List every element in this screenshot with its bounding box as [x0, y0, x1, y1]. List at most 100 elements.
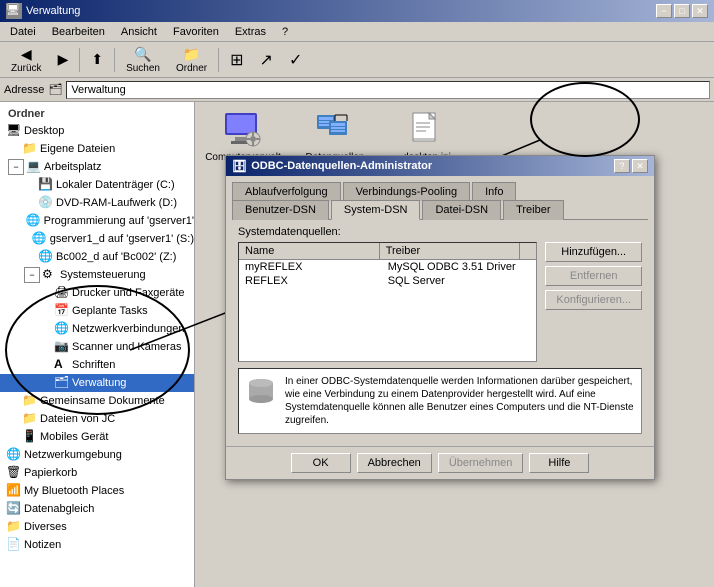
address-field[interactable]: Verwaltung [66, 81, 710, 99]
systemsteuerung-expander[interactable]: − [24, 267, 40, 283]
menu-help[interactable]: ? [276, 25, 294, 39]
check-button[interactable]: ✓ [282, 45, 309, 75]
toolbar-separator-1 [79, 48, 80, 72]
sidebar-item-verwaltung[interactable]: 🗂 Verwaltung [0, 374, 194, 392]
sidebar-label-mobiles: Mobiles Gerät [40, 431, 108, 443]
sidebar-item-netzwerkumgebung[interactable]: 🌐 Netzwerkumgebung [0, 446, 194, 464]
menu-bar: Datei Bearbeiten Ansicht Favoriten Extra… [0, 22, 714, 42]
schriften-icon: A [54, 357, 70, 373]
dvd-d-icon: 💿 [38, 195, 54, 211]
tab-datei[interactable]: Datei-DSN [422, 200, 501, 220]
window-icon: 🖥 [6, 3, 22, 19]
sidebar-item-drucker[interactable]: 🖨 Drucker und Faxgeräte [0, 284, 194, 302]
arbeitsplatz-expander[interactable]: − [8, 159, 24, 175]
add-button[interactable]: Hinzufügen... [545, 242, 642, 262]
menu-favoriten[interactable]: Favoriten [167, 25, 225, 39]
sidebar-label-gserver1: gserver1_d auf 'gserver1' (S:) [50, 233, 194, 245]
sidebar-item-gserver1[interactable]: 🌐 gserver1_d auf 'gserver1' (S:) [0, 230, 194, 248]
sidebar-item-datenabgleich[interactable]: 🔄 Datenabgleich [0, 500, 194, 518]
dialog-footer: OK Abbrechen Übernehmen Hilfe [226, 446, 654, 479]
dialog-title-icon: 🗄 [232, 159, 247, 173]
sidebar-item-arbeitsplatz[interactable]: − 💻 Arbeitsplatz [0, 158, 194, 176]
sidebar-label-netzwerkumgebung: Netzwerkumgebung [24, 449, 122, 461]
folders-button[interactable]: 📁 Ordner [169, 45, 214, 75]
netzwerkumgebung-icon: 🌐 [6, 447, 22, 463]
table-row[interactable]: REFLEX SQL Server [239, 274, 536, 288]
up-button[interactable]: ⬆ [84, 45, 110, 75]
sidebar-label-systemsteuerung: Systemsteuerung [60, 269, 146, 281]
sidebar-label-diverses: Diverses [24, 521, 67, 533]
dialog-close-button[interactable]: ✕ [632, 159, 648, 173]
ok-button[interactable]: OK [291, 453, 351, 473]
table-row[interactable]: myREFLEX MySQL ODBC 3.51 Driver [239, 260, 536, 274]
close-button[interactable]: ✕ [692, 4, 708, 18]
sidebar-item-lokal-c[interactable]: 💾 Lokaler Datenträger (C:) [0, 176, 194, 194]
tab-treiber[interactable]: Treiber [503, 200, 563, 220]
sidebar-item-eigene[interactable]: 📁 Eigene Dateien [0, 140, 194, 158]
remove-button[interactable]: Entfernen [545, 266, 642, 286]
prog-gserver-icon: 🌐 [26, 213, 42, 229]
menu-extras[interactable]: Extras [229, 25, 272, 39]
papierkorb-icon: 🗑 [6, 465, 22, 481]
sidebar-item-desktop[interactable]: 🖥 Desktop [0, 122, 194, 140]
sidebar-label-scanner: Scanner und Kameras [72, 341, 181, 353]
sidebar-item-papierkorb[interactable]: 🗑 Papierkorb [0, 464, 194, 482]
sidebar-item-geplante[interactable]: 📅 Geplante Tasks [0, 302, 194, 320]
tab-verbindungs[interactable]: Verbindungs-Pooling [343, 182, 471, 201]
sidebar-label-gemeinsame: Gemeinsame Dokumente [40, 395, 165, 407]
cancel-button[interactable]: Abbrechen [357, 453, 432, 473]
search-button[interactable]: 🔍 Suchen [119, 45, 167, 75]
menu-datei[interactable]: Datei [4, 25, 42, 39]
menu-ansicht[interactable]: Ansicht [115, 25, 163, 39]
bc002-icon: 🌐 [38, 249, 54, 265]
sidebar-label-prog-gserver: Programmierung auf 'gserver1' [44, 215, 194, 227]
sidebar-item-netzwerk[interactable]: 🌐 Netzwerkverbindungen [0, 320, 194, 338]
sidebar-item-dateien-jc[interactable]: 📁 Dateien von JC [0, 410, 194, 428]
help-button[interactable]: Hilfe [529, 453, 589, 473]
tab-info[interactable]: Info [472, 182, 516, 201]
sidebar-label-datenabgleich: Datenabgleich [24, 503, 94, 515]
maximize-button[interactable]: □ [674, 4, 690, 18]
sidebar-item-bc002[interactable]: 🌐 Bc002_d auf 'Bc002' (Z:) [0, 248, 194, 266]
mobiles-icon: 📱 [22, 429, 38, 445]
eigene-icon: 📁 [22, 141, 38, 157]
sidebar-header: Ordner [0, 106, 194, 122]
sidebar-label-geplante: Geplante Tasks [72, 305, 148, 317]
tab-benutzer[interactable]: Benutzer-DSN [232, 200, 329, 220]
sidebar-item-bluetooth[interactable]: 📶 My Bluetooth Places [0, 482, 194, 500]
bluetooth-icon: 📶 [6, 483, 22, 499]
section-label: Systemdatenquellen: [238, 226, 642, 238]
toolbar: ◀ Zurück ▶ ⬆ 🔍 Suchen 📁 Ordner ⊞ ↗ ✓ [0, 42, 714, 78]
sidebar-item-dvd-d[interactable]: 💿 DVD-RAM-Laufwerk (D:) [0, 194, 194, 212]
dateien-jc-icon: 📁 [22, 411, 38, 427]
views-button[interactable]: ⊞ [223, 45, 250, 75]
dialog-help-button[interactable]: ? [614, 159, 630, 173]
menu-bearbeiten[interactable]: Bearbeiten [46, 25, 111, 39]
sidebar-item-notizen[interactable]: 📄 Notizen [0, 536, 194, 554]
dialog-title-bar: 🗄 ODBC-Datenquellen-Administrator ? ✕ [226, 156, 654, 176]
tab-system[interactable]: System-DSN [331, 200, 421, 220]
configure-button[interactable]: Konfigurieren... [545, 290, 642, 310]
cylinder-icon [245, 375, 277, 414]
col-name: Name [239, 243, 380, 259]
apply-button[interactable]: Übernehmen [438, 453, 524, 473]
minimize-button[interactable]: − [656, 4, 672, 18]
forward-button[interactable]: ▶ [51, 45, 76, 75]
sidebar-item-prog-gserver[interactable]: 🌐 Programmierung auf 'gserver1' [0, 212, 194, 230]
row-driver-myreflex: MySQL ODBC 3.51 Driver [388, 261, 531, 273]
sidebar-item-schriften[interactable]: A Schriften [0, 356, 194, 374]
move-button[interactable]: ↗ [253, 45, 280, 75]
sidebar-item-mobiles[interactable]: 📱 Mobiles Gerät [0, 428, 194, 446]
sidebar-item-diverses[interactable]: 📁 Diverses [0, 518, 194, 536]
sidebar-label-arbeitsplatz: Arbeitsplatz [44, 161, 101, 173]
sidebar-item-scanner[interactable]: 📷 Scanner und Kameras [0, 338, 194, 356]
tab-ablaufverfolgung[interactable]: Ablaufverfolgung [232, 182, 341, 201]
sidebar-item-systemsteuerung[interactable]: − ⚙ Systemsteuerung [0, 266, 194, 284]
dialog-content: Ablaufverfolgung Verbindungs-Pooling Inf… [226, 176, 654, 446]
row-name-reflex: REFLEX [245, 275, 388, 287]
gserver1-icon: 🌐 [32, 231, 48, 247]
sidebar-item-gemeinsame[interactable]: 📁 Gemeinsame Dokumente [0, 392, 194, 410]
sidebar-label-verwaltung: Verwaltung [72, 377, 126, 389]
back-button[interactable]: ◀ Zurück [4, 45, 49, 75]
sidebar-label-lokal-c: Lokaler Datenträger (C:) [56, 179, 175, 191]
